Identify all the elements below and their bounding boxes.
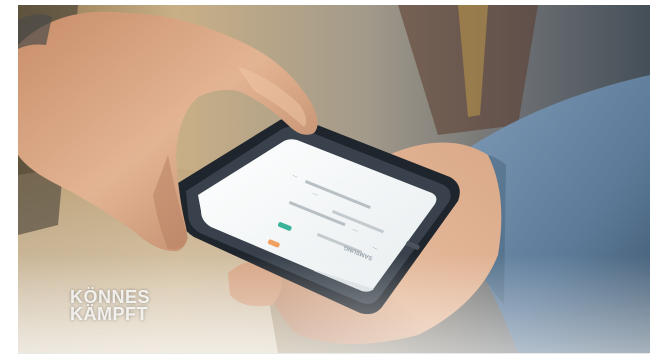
watermark-line-2: KÄMPFT [70, 304, 148, 324]
broadcast-watermark: KÖNNES KÄMPFT [70, 288, 162, 324]
photo-frame: ... ... ... ... ... SAMSUNG KÖNNES KÄMPF… [18, 5, 650, 354]
